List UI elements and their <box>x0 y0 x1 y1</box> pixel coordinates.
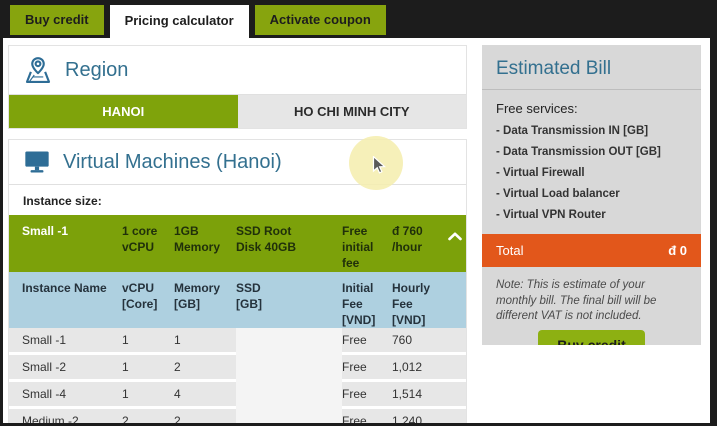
free-service-item: - Virtual Load balancer <box>496 188 620 200</box>
cell-vcpu: 2 <box>122 414 129 423</box>
col-header-initial-fee: Initial Fee [VND] <box>342 280 376 327</box>
cell-hourly-fee: 1,240 <box>392 414 423 423</box>
estimated-bill-title: Estimated Bill <box>482 45 701 90</box>
cell-vcpu: 1 <box>122 360 129 375</box>
table-row-small-1[interactable]: Small -1 1 1 Free 760 <box>9 328 466 356</box>
map-pin-icon <box>23 55 53 85</box>
col-header-vcpu: vCPU [Core] <box>122 280 158 311</box>
cell-ssd <box>236 382 342 410</box>
cell-memory: 4 <box>174 387 181 402</box>
chevron-up-icon[interactable] <box>448 215 466 272</box>
region-button-ho-chi-minh-city[interactable]: HO CHI MINH CITY <box>237 95 466 128</box>
estimated-bill-panel: Estimated Bill Free services: - Data Tra… <box>482 45 701 345</box>
total-label: Total <box>496 243 524 258</box>
buy-credit-button[interactable]: Buy credit <box>538 329 645 345</box>
free-service-item: - Data Transmission IN [GB] <box>496 125 649 137</box>
cell-instance-name: Small -2 <box>22 360 67 375</box>
table-row-medium-2[interactable]: Medium -2 2 2 Free 1,240 <box>9 409 466 423</box>
cell-hourly-fee: 1,514 <box>392 387 423 402</box>
table-row-small-2[interactable]: Small -2 1 2 Free 1,012 <box>9 355 466 383</box>
selected-instance-summary[interactable]: Small -1 1 core vCPU 1GB Memory SSD Root… <box>9 215 466 272</box>
mouse-cursor-icon <box>372 156 387 174</box>
summary-instance-name: Small -1 <box>22 224 69 238</box>
free-service-item: - Data Transmission OUT [GB] <box>496 146 661 158</box>
cell-memory: 2 <box>174 360 181 375</box>
cell-ssd <box>236 409 342 423</box>
col-header-ssd: SSD [GB] <box>236 280 262 311</box>
cell-initial-fee: Free <box>342 414 367 423</box>
total-value: đ 0 <box>668 243 687 258</box>
tab-pricing-calculator[interactable]: Pricing calculator <box>109 5 249 38</box>
cell-memory: 1 <box>174 333 181 348</box>
virtual-machines-section: Virtual Machines (Hanoi) Instance size: … <box>8 139 467 423</box>
total-row: Total đ 0 <box>482 234 701 267</box>
free-services-label: Free services: <box>496 101 578 116</box>
col-header-memory: Memory [GB] <box>174 280 221 311</box>
col-header-instance-name: Instance Name <box>22 280 107 295</box>
cursor-highlight <box>349 136 403 190</box>
region-header: Region <box>9 46 466 95</box>
summary-cpu: 1 core vCPU <box>122 224 158 255</box>
cell-instance-name: Small -4 <box>22 387 67 402</box>
region-button-hanoi[interactable]: HANOI <box>9 95 238 128</box>
col-header-hourly-fee: Hourly Fee [VND] <box>392 280 431 327</box>
instance-size-label: Instance size: <box>23 194 102 208</box>
cell-memory: 2 <box>174 414 181 423</box>
summary-initial-fee: Free initial fee <box>342 224 374 271</box>
vm-table-header: Instance Name vCPU [Core] Memory [GB] SS… <box>9 271 466 329</box>
cell-initial-fee: Free <box>342 387 367 402</box>
tab-activate-coupon[interactable]: Activate coupon <box>254 5 386 35</box>
monitor-icon <box>23 149 51 175</box>
content-area: Region HANOI HO CHI MINH CITY Virtual Ma… <box>3 38 710 423</box>
free-service-item: - Virtual VPN Router <box>496 209 606 221</box>
tab-buy-credit[interactable]: Buy credit <box>10 5 104 35</box>
cell-initial-fee: Free <box>342 333 367 348</box>
cell-instance-name: Small -1 <box>22 333 67 348</box>
region-toggle: HANOI HO CHI MINH CITY <box>9 95 466 128</box>
cell-vcpu: 1 <box>122 333 129 348</box>
cell-instance-name: Medium -2 <box>22 414 79 423</box>
cell-vcpu: 1 <box>122 387 129 402</box>
tab-bar: Buy credit Pricing calculator Activate c… <box>10 5 386 38</box>
cell-ssd <box>236 355 342 383</box>
summary-ssd: SSD Root Disk 40GB <box>236 224 297 255</box>
free-service-item: - Virtual Firewall <box>496 167 585 179</box>
summary-price: đ 760 /hour <box>392 224 423 255</box>
cell-initial-fee: Free <box>342 360 367 375</box>
vm-title: Virtual Machines (Hanoi) <box>63 150 282 173</box>
region-title: Region <box>65 58 129 81</box>
table-row-small-4[interactable]: Small -4 1 4 Free 1,514 <box>9 382 466 410</box>
cell-hourly-fee: 1,012 <box>392 360 423 375</box>
region-section: Region HANOI HO CHI MINH CITY <box>8 45 467 129</box>
cell-ssd <box>236 328 342 356</box>
cell-hourly-fee: 760 <box>392 333 413 348</box>
bill-note: Note: This is estimate of your monthly b… <box>496 279 657 323</box>
summary-memory: 1GB Memory <box>174 224 221 255</box>
